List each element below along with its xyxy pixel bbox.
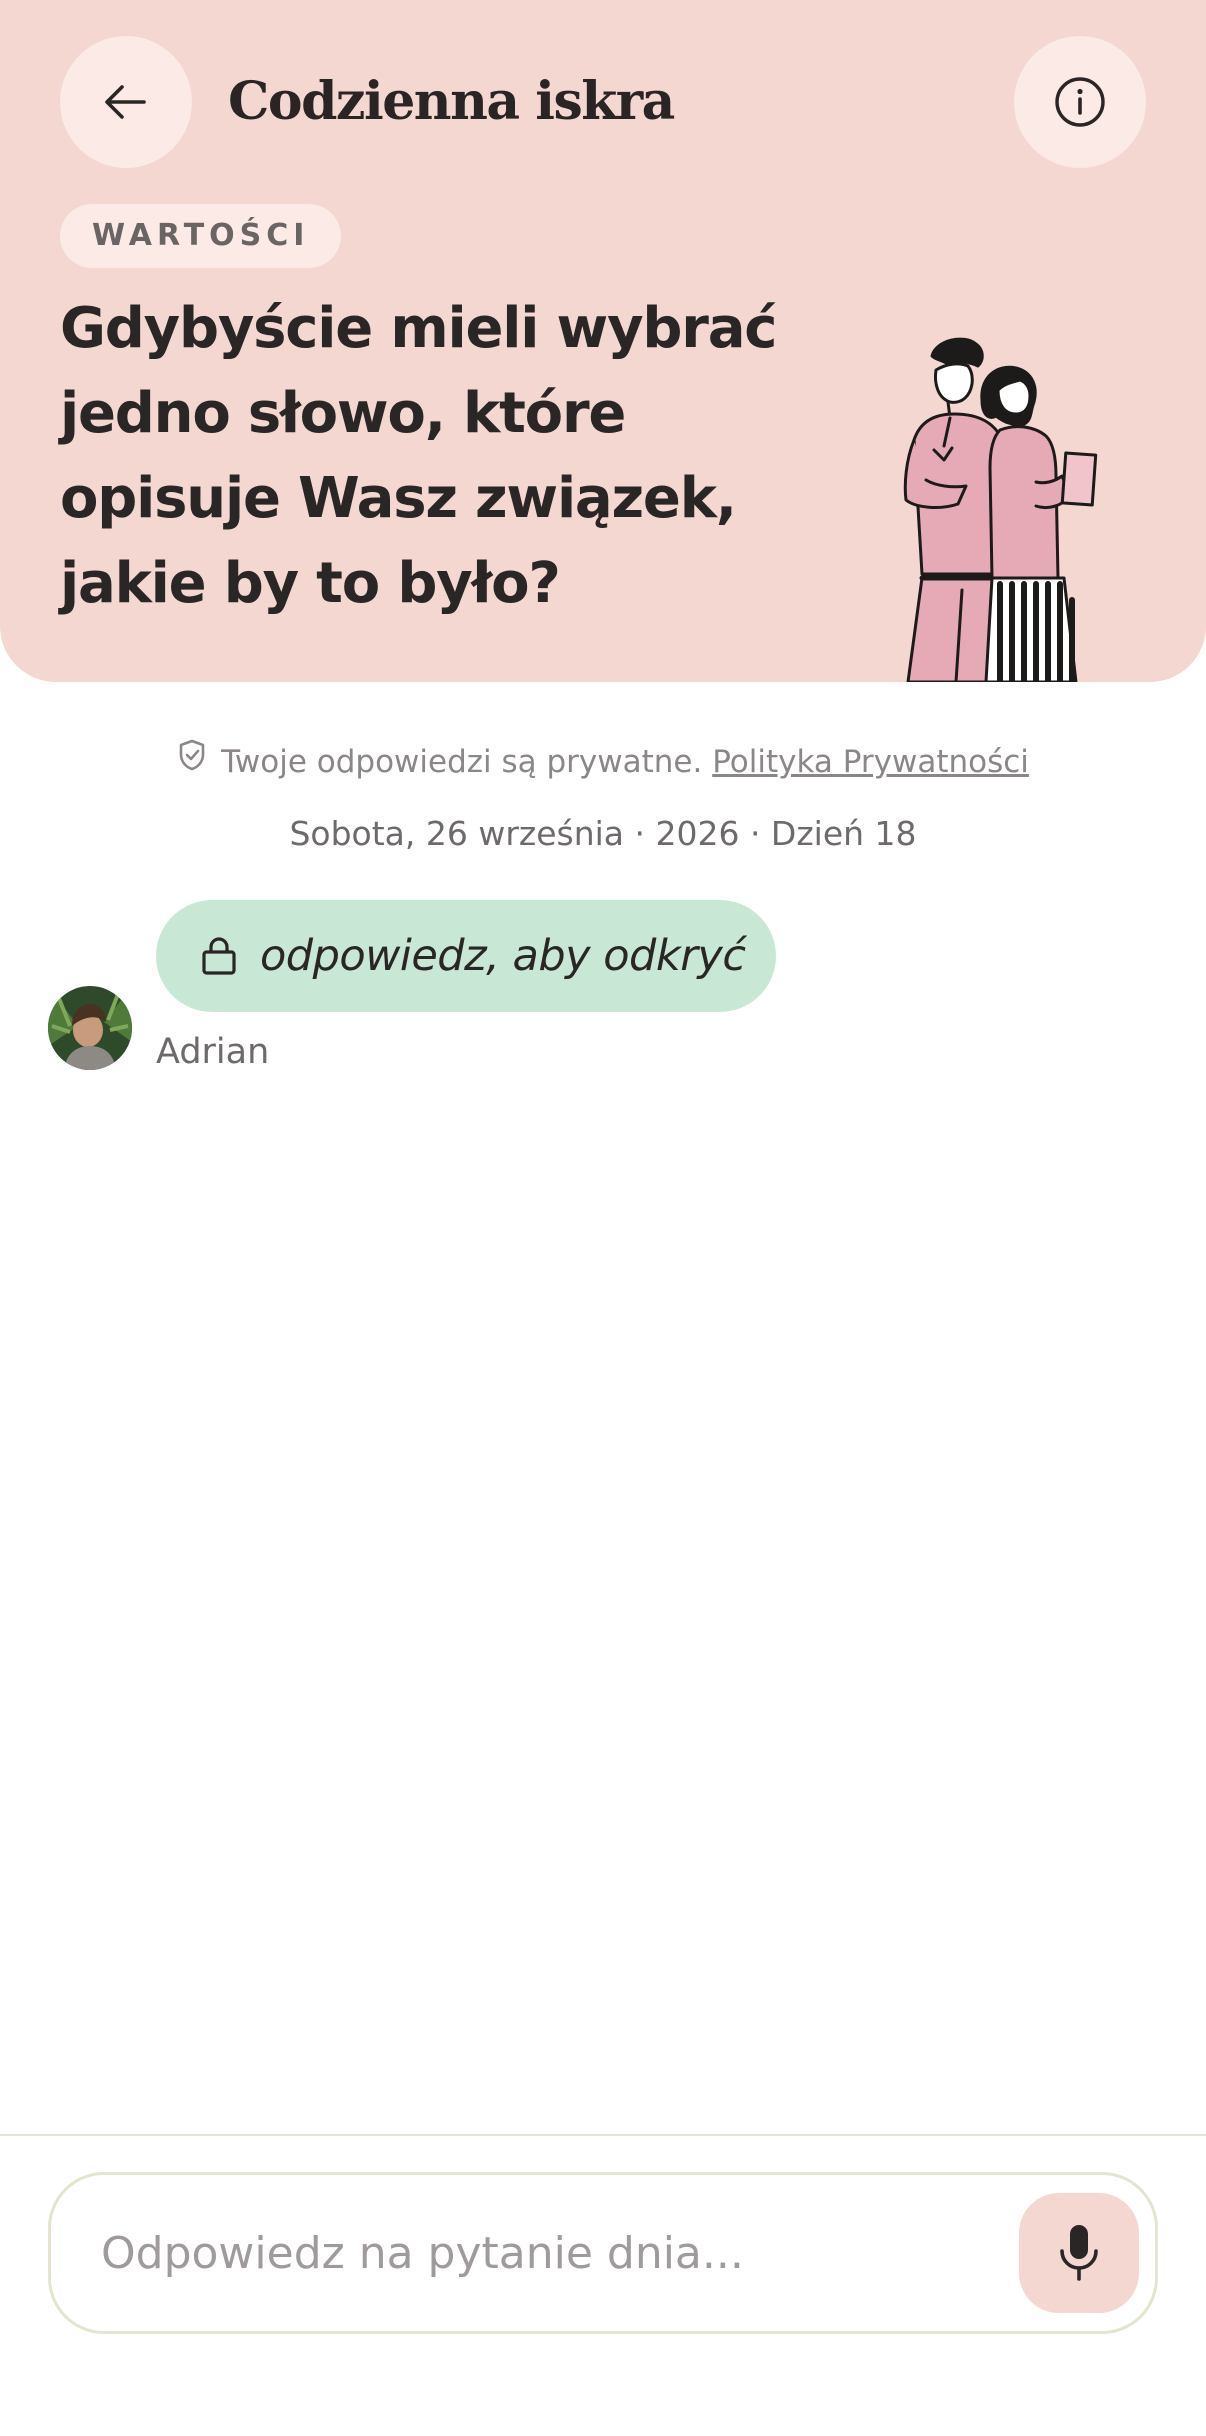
- info-button[interactable]: [1014, 36, 1146, 168]
- privacy-text: Twoje odpowiedzi są prywatne.: [221, 744, 703, 780]
- locked-answer-text: odpowiedz, aby odkryć: [260, 931, 746, 981]
- privacy-policy-link[interactable]: Polityka Prywatności: [712, 744, 1029, 780]
- shield-check-icon: [177, 739, 207, 783]
- answer-composer: [48, 2172, 1158, 2334]
- privacy-note: Twoje odpowiedzi są prywatne. Polityka P…: [0, 739, 1206, 786]
- info-circle-icon: [1055, 77, 1105, 127]
- back-button[interactable]: [60, 36, 192, 168]
- date-line: Sobota, 26 września · 2026 · Dzień 18: [289, 814, 917, 853]
- category-badge: WARTOŚCI: [60, 204, 342, 268]
- microphone-button[interactable]: [1019, 2193, 1139, 2313]
- couple-illustration: [903, 337, 1098, 682]
- locked-answer-bubble[interactable]: odpowiedz, aby odkryć: [156, 900, 776, 1012]
- avatar: [48, 986, 132, 1070]
- answer-input[interactable]: [101, 2175, 1001, 2331]
- arrow-left-icon: [105, 85, 146, 119]
- question-header-card: Codzienna iskra WARTOŚCI Gdybyście mieli…: [0, 0, 1206, 682]
- composer-divider: [0, 2134, 1206, 2136]
- microphone-icon: [1060, 2225, 1098, 2281]
- page-title: Codzienna iskra: [228, 71, 675, 132]
- daily-spark-screen: Codzienna iskra WARTOŚCI Gdybyście mieli…: [0, 0, 1206, 2436]
- message-author: Adrian: [156, 1032, 270, 1072]
- lock-icon: [200, 936, 238, 976]
- daily-question: Gdybyście mieli wybrać jedno słowo, któr…: [60, 296, 777, 616]
